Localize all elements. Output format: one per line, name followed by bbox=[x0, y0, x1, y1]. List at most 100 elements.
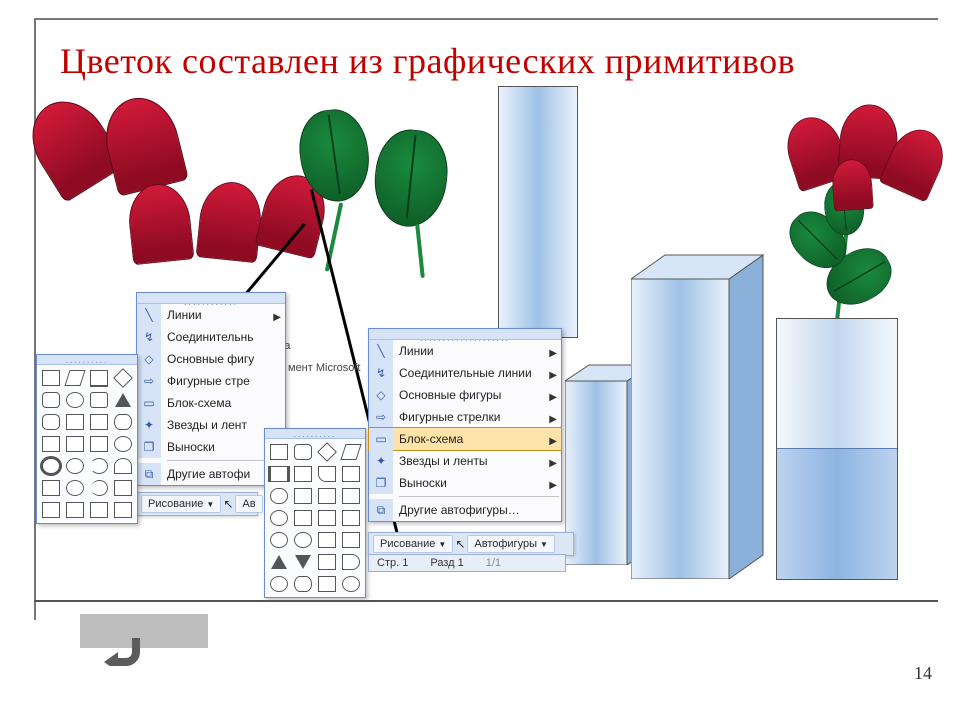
shape-cube[interactable] bbox=[42, 436, 60, 452]
fc-connector[interactable] bbox=[270, 510, 288, 526]
chevron-down-icon: ▼ bbox=[438, 540, 446, 549]
fc-doc[interactable] bbox=[318, 466, 336, 482]
drawing-menu-button-1[interactable]: Рисование ▼ bbox=[141, 495, 221, 513]
fc-term[interactable] bbox=[270, 488, 288, 504]
fc-decision[interactable] bbox=[317, 442, 337, 462]
block-arrows-icon: ⇨ bbox=[369, 406, 393, 428]
fc-data[interactable] bbox=[340, 444, 361, 460]
drawing-toolbar-2[interactable]: Рисование ▼ ↖ Автофигуры ▼ bbox=[368, 532, 574, 556]
chevron-right-icon: ▶ bbox=[549, 367, 557, 385]
palette-grip-2[interactable]: .......... bbox=[265, 429, 365, 439]
drawing-toolbar-1[interactable]: Рисование ▼ ↖ Ав bbox=[136, 492, 258, 516]
shapes-palette-1[interactable]: .......... bbox=[36, 354, 138, 524]
menu1-item-more[interactable]: ⧉ Другие автофи bbox=[137, 463, 285, 485]
menu1-item-lines[interactable]: ╲ Линии ▶ bbox=[137, 304, 285, 326]
fc-display[interactable] bbox=[342, 576, 360, 592]
fc-prep[interactable] bbox=[294, 488, 312, 504]
fc-or[interactable] bbox=[294, 532, 312, 548]
fc-magdisk[interactable] bbox=[294, 576, 312, 592]
menu2-item-arrows[interactable]: ⇨ Фигурные стрелки ▶ bbox=[369, 406, 561, 428]
shape-sun[interactable] bbox=[66, 480, 84, 496]
shape-hex[interactable] bbox=[90, 392, 108, 408]
menu1-item-basic[interactable]: ◇ Основные фигу bbox=[137, 348, 285, 370]
shape-arc[interactable] bbox=[90, 458, 108, 474]
pointer-icon-2[interactable]: ↖ bbox=[455, 537, 465, 551]
fc-alt[interactable] bbox=[294, 444, 312, 460]
fc-extract[interactable] bbox=[271, 555, 287, 569]
shape-lbrace[interactable] bbox=[42, 502, 60, 518]
fc-multidoc[interactable] bbox=[342, 466, 360, 482]
shape-diamond[interactable] bbox=[113, 368, 133, 388]
autoshapes-menu-2[interactable]: .................... ╲ Линии ▶ ↯ Соедини… bbox=[368, 328, 562, 522]
shape-cyl[interactable] bbox=[114, 414, 132, 430]
shape-fold[interactable] bbox=[90, 436, 108, 452]
fc-merge[interactable] bbox=[295, 555, 311, 569]
shape-plus[interactable] bbox=[66, 414, 84, 430]
menu2-item-stars[interactable]: ✦ Звезды и ленты ▶ bbox=[369, 450, 561, 472]
fc-sumjunc[interactable] bbox=[270, 532, 288, 548]
menu1-item-connectors[interactable]: ↯ Соединительнь bbox=[137, 326, 285, 348]
slide-title: Цветок составлен из графических примитив… bbox=[60, 40, 920, 82]
shape-can[interactable] bbox=[114, 502, 132, 518]
menu2-item-lines[interactable]: ╲ Линии ▶ bbox=[369, 340, 561, 362]
frame-rule-left bbox=[34, 18, 36, 620]
menu2-item-more[interactable]: ⧉ Другие автофигуры… bbox=[369, 499, 561, 521]
shape-light[interactable] bbox=[42, 480, 60, 496]
fc-predef[interactable] bbox=[268, 466, 290, 482]
stars-icon: ✦ bbox=[369, 450, 393, 472]
pointer-icon-1[interactable]: ↖ bbox=[223, 497, 233, 511]
fc-seqacc[interactable] bbox=[270, 576, 288, 592]
shape-heart[interactable] bbox=[114, 458, 132, 474]
fc-collate[interactable] bbox=[318, 532, 336, 548]
drawing-label-1: Рисование bbox=[148, 498, 203, 510]
autoshapes-button-1[interactable]: Ав bbox=[235, 495, 262, 513]
shape-trap[interactable] bbox=[90, 370, 108, 387]
fc-directacc[interactable] bbox=[318, 576, 336, 592]
menu1-label-basic: Основные фигу bbox=[167, 350, 254, 368]
fc-process[interactable] bbox=[270, 444, 288, 460]
menu2-item-connectors[interactable]: ↯ Соединительные линии ▶ bbox=[369, 362, 561, 384]
shape-noentry[interactable] bbox=[66, 458, 84, 474]
af-label-1: Ав bbox=[242, 498, 255, 510]
menu2-item-callouts[interactable]: ❐ Выноски ▶ bbox=[369, 472, 561, 494]
menu1-item-flowchart[interactable]: ▭ Блок-схема bbox=[137, 392, 285, 414]
fc-offpage[interactable] bbox=[294, 510, 312, 526]
shape-paral[interactable] bbox=[64, 370, 85, 386]
shape-rbrace[interactable] bbox=[66, 502, 84, 518]
menu-grip-2[interactable]: .................... bbox=[369, 329, 561, 340]
shape-rect[interactable] bbox=[42, 370, 60, 386]
drawing-menu-button-2[interactable]: Рисование ▼ bbox=[373, 535, 453, 553]
menu1-item-stars[interactable]: ✦ Звезды и лент bbox=[137, 414, 285, 436]
shape-moon[interactable] bbox=[91, 480, 108, 496]
shape-bevel[interactable] bbox=[66, 436, 84, 452]
menu2-item-flowchart[interactable]: ▭ Блок-схема ▶ bbox=[368, 427, 562, 451]
shape-roundrect[interactable] bbox=[42, 392, 60, 408]
shape-oval[interactable] bbox=[66, 392, 84, 408]
shape-smile[interactable] bbox=[114, 436, 132, 452]
menu2-item-basic[interactable]: ◇ Основные фигуры ▶ bbox=[369, 384, 561, 406]
lines-icon: ╲ bbox=[369, 340, 393, 362]
fc-sort[interactable] bbox=[342, 532, 360, 548]
menu1-item-arrows[interactable]: ⇨ Фигурные стре bbox=[137, 370, 285, 392]
autoshapes-button-2[interactable]: Автофигуры ▼ bbox=[467, 535, 555, 553]
menu1-item-callouts[interactable]: ❐ Выноски bbox=[137, 436, 285, 458]
fc-internal[interactable] bbox=[294, 466, 312, 482]
fc-delay[interactable] bbox=[342, 554, 360, 570]
fc-stored[interactable] bbox=[318, 554, 336, 570]
shape-triangle[interactable] bbox=[115, 393, 131, 407]
glass-vase bbox=[776, 318, 898, 580]
shape-bracket[interactable] bbox=[114, 480, 132, 496]
chevron-down-icon: ▼ bbox=[540, 540, 548, 549]
fc-tape[interactable] bbox=[342, 510, 360, 526]
palette-grip-1[interactable]: .......... bbox=[37, 355, 137, 365]
shape-plaque[interactable] bbox=[90, 502, 108, 518]
fc-manual-in[interactable] bbox=[318, 488, 336, 504]
shapes-palette-2[interactable]: .......... bbox=[264, 428, 366, 598]
shape-octagon[interactable] bbox=[42, 414, 60, 430]
shape-donut[interactable] bbox=[40, 456, 62, 476]
menu-grip-1[interactable]: ............ bbox=[137, 293, 285, 304]
uturn-arrow-icon[interactable] bbox=[100, 634, 148, 666]
fc-manual-op[interactable] bbox=[342, 488, 360, 504]
fc-card[interactable] bbox=[318, 510, 336, 526]
shape-cross[interactable] bbox=[90, 414, 108, 430]
